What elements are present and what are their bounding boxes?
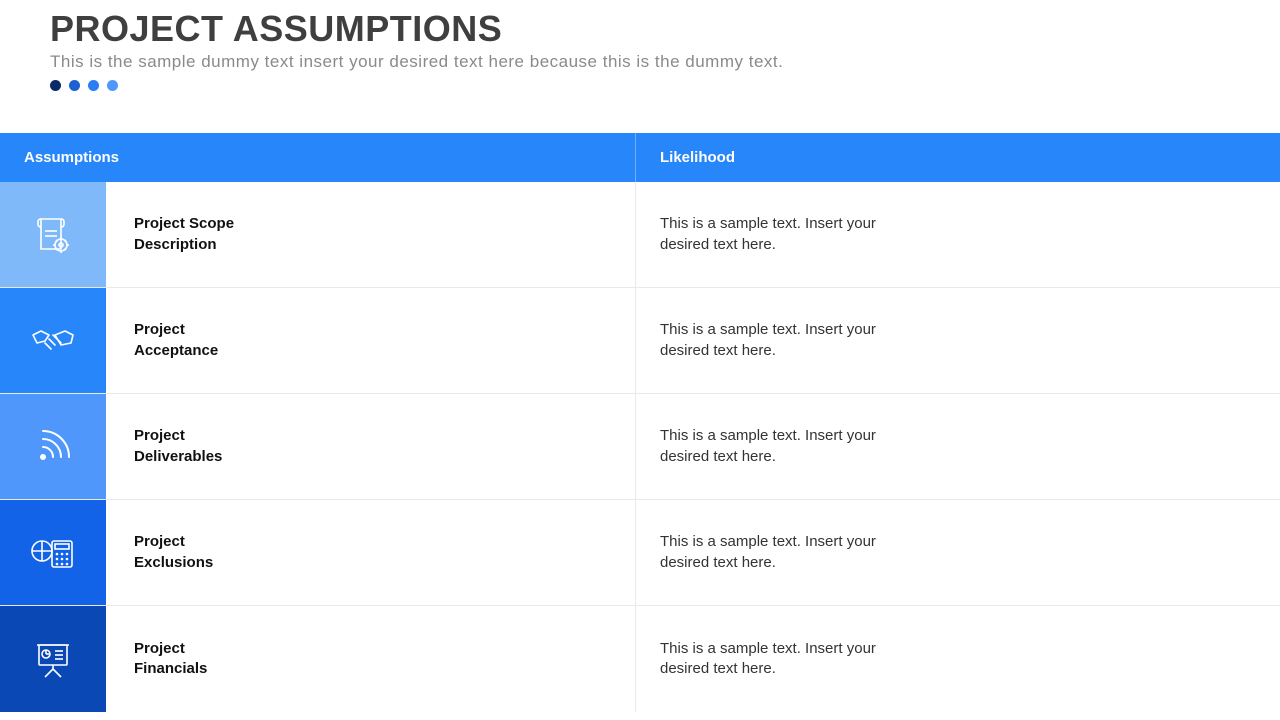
row-icon-cell [0,606,106,712]
likelihood-text: This is a sample text. Insert your desir… [660,532,876,573]
assumption-cell: Project Financials [106,606,636,712]
assumption-label: Project Deliverables [134,426,222,467]
row-icon-cell [0,182,106,287]
presentation-chart-icon [29,635,77,683]
assumption-cell: Project Acceptance [106,288,636,393]
label-line: Description [134,236,217,253]
handshake-icon [27,317,79,365]
assumption-cell: Project Deliverables [106,394,636,499]
label-line: Project [134,427,185,444]
table-row: Project Deliverables This is a sample te… [0,394,1280,500]
assumption-cell: Project Scope Description [106,182,636,287]
table-row: Project Scope Description This is a samp… [0,182,1280,288]
likelihood-cell: This is a sample text. Insert your desir… [636,182,1280,287]
text-line: desired text here. [660,554,776,571]
accent-dot [50,80,61,91]
slide-header: PROJECT ASSUMPTIONS This is the sample d… [0,0,1280,91]
likelihood-text: This is a sample text. Insert your desir… [660,639,876,680]
accent-dot [69,80,80,91]
label-line: Project [134,533,185,550]
table-row: Project Financials This is a sample text… [0,606,1280,712]
row-icon-cell [0,394,106,499]
likelihood-cell: This is a sample text. Insert your desir… [636,288,1280,393]
signal-icon [29,423,77,471]
table-row: Project Exclusions This is a sample text… [0,500,1280,606]
text-line: desired text here. [660,660,776,677]
page-title: PROJECT ASSUMPTIONS [50,8,1230,50]
text-line: desired text here. [660,236,776,253]
likelihood-cell: This is a sample text. Insert your desir… [636,606,1280,712]
column-header-likelihood: Likelihood [636,149,1280,166]
likelihood-cell: This is a sample text. Insert your desir… [636,500,1280,605]
label-line: Project [134,321,185,338]
assumption-label: Project Financials [134,639,207,680]
text-line: desired text here. [660,448,776,465]
assumption-label: Project Exclusions [134,532,213,573]
likelihood-cell: This is a sample text. Insert your desir… [636,394,1280,499]
column-header-assumptions: Assumptions [0,133,636,182]
label-line: Project [134,640,185,657]
accent-dot [107,80,118,91]
scope-doc-gear-icon [29,211,77,259]
likelihood-text: This is a sample text. Insert your desir… [660,426,876,467]
text-line: This is a sample text. Insert your [660,640,876,657]
page-subtitle: This is the sample dummy text insert you… [50,52,1230,72]
accent-dot [88,80,99,91]
table-row: Project Acceptance This is a sample text… [0,288,1280,394]
likelihood-text: This is a sample text. Insert your desir… [660,214,876,255]
text-line: This is a sample text. Insert your [660,533,876,550]
text-line: This is a sample text. Insert your [660,427,876,444]
label-line: Project Scope [134,215,234,232]
label-line: Acceptance [134,342,218,359]
assumptions-table: Assumptions Likelihood [0,133,1280,712]
table-header-row: Assumptions Likelihood [0,133,1280,182]
likelihood-text: This is a sample text. Insert your desir… [660,320,876,361]
assumption-label: Project Acceptance [134,320,218,361]
label-line: Deliverables [134,448,222,465]
assumption-cell: Project Exclusions [106,500,636,605]
accent-dots [50,80,1230,91]
text-line: This is a sample text. Insert your [660,215,876,232]
text-line: desired text here. [660,342,776,359]
text-line: This is a sample text. Insert your [660,321,876,338]
assumption-label: Project Scope Description [134,214,234,255]
label-line: Exclusions [134,554,213,571]
row-icon-cell [0,500,106,605]
label-line: Financials [134,660,207,677]
building-calc-icon [28,529,78,577]
row-icon-cell [0,288,106,393]
